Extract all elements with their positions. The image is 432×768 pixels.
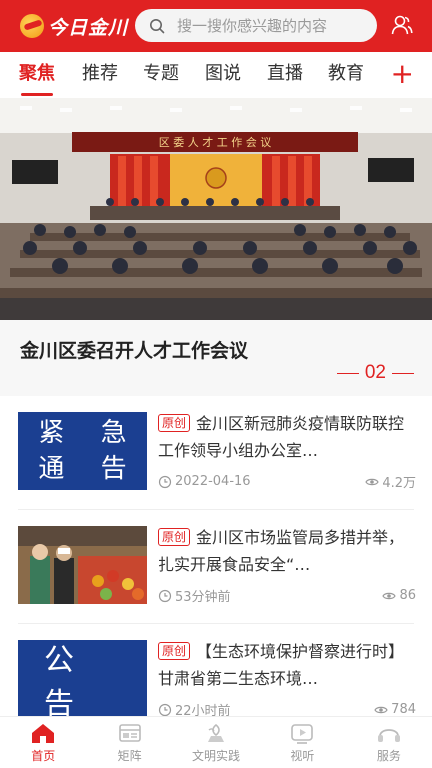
original-badge: 原创 — [158, 528, 191, 546]
original-badge: 原创 — [158, 642, 191, 660]
nav-home[interactable]: 首页 — [0, 717, 86, 768]
tab-focus[interactable]: 聚焦 — [19, 52, 55, 98]
clock-icon — [158, 589, 172, 602]
clock-icon — [158, 475, 172, 488]
nav-label: 首页 — [31, 748, 56, 763]
service-icon — [377, 728, 400, 742]
news-thumbnail: 紧 急 通 告 — [18, 412, 147, 490]
news-item[interactable]: 紧 急 通 告 原创 金川区新冠肺炎疫情联防联控工作领导小组办公室… 2022-0… — [0, 396, 432, 508]
hero-banner[interactable]: 区 委 人 才 工 作 会 议 — [0, 98, 432, 320]
home-icon — [32, 723, 55, 743]
news-views: 86 — [399, 588, 416, 603]
nav-label: 服务 — [376, 748, 401, 763]
pager-number: 02 — [364, 362, 386, 383]
nav-label: 矩阵 — [117, 748, 142, 763]
news-views: 784 — [391, 702, 416, 717]
original-badge: 原创 — [158, 414, 191, 432]
news-text: 原创 金川区市场监管局多措并举，扎实开展食品安全“… — [158, 524, 416, 578]
news-time: 2022-04-16 — [175, 474, 251, 489]
news-text: 原创 【生态环境保护督察进行时】甘肃省第二生态环境… — [158, 638, 416, 692]
thumbnail-text: 通 告 — [38, 454, 141, 484]
nav-video[interactable]: 视听 — [259, 717, 345, 768]
tab-live[interactable]: 直播 — [267, 52, 303, 98]
matrix-icon — [118, 723, 141, 742]
news-title-text: 【生态环境保护督察进行时】甘肃省第二生态环境… — [158, 642, 405, 688]
news-time: 53分钟前 — [175, 590, 231, 605]
news-meta: 2022-04-16 4.2万 — [158, 472, 416, 491]
tab-recommend[interactable]: 推荐 — [82, 52, 118, 98]
search-bar[interactable] — [135, 9, 377, 42]
news-title[interactable]: 原创 【生态环境保护督察进行时】甘肃省第二生态环境… — [158, 638, 416, 692]
carousel-pager: 02 — [336, 362, 414, 384]
tab-education[interactable]: 教育 — [328, 52, 364, 98]
category-tabs: 聚焦 推荐 专题 图说 直播 教育 + — [0, 52, 432, 98]
news-title-text: 金川区市场监管局多措并举，扎实开展食品安全“… — [158, 528, 405, 574]
nav-service[interactable]: 服务 — [346, 717, 432, 768]
eye-icon — [374, 706, 388, 713]
tab-pictures[interactable]: 图说 — [205, 52, 241, 98]
user-icon[interactable] — [390, 13, 414, 37]
news-title[interactable]: 原创 金川区新冠肺炎疫情联防联控工作领导小组办公室… — [158, 410, 416, 464]
thumbnail-text: 公 告 — [44, 643, 100, 718]
bottom-navigation: 首页 矩阵 文明实践 视听 服务 — [0, 716, 432, 768]
hero-image: 区 委 人 才 工 作 会 议 — [0, 98, 432, 320]
nav-label: 文明实践 — [192, 748, 241, 763]
clock-icon — [158, 703, 172, 716]
market-photo — [18, 526, 147, 604]
eye-icon — [365, 478, 380, 485]
app-header: 今日金川 — [0, 0, 432, 52]
news-thumbnail: 公 告 — [18, 640, 147, 718]
pager-line-left — [336, 372, 359, 374]
thumbnail-text: 紧 急 — [38, 418, 141, 448]
news-views: 4.2万 — [382, 476, 416, 491]
hero-banner-text: 区 委 人 才 工 作 会 议 — [159, 135, 271, 149]
app-logo[interactable]: 今日金川 — [20, 13, 128, 40]
news-title-text: 金川区新冠肺炎疫情联防联控工作领导小组办公室… — [158, 414, 405, 460]
news-text: 原创 金川区新冠肺炎疫情联防联控工作领导小组办公室… — [158, 410, 416, 464]
tab-topics[interactable]: 专题 — [143, 52, 179, 98]
nav-matrix[interactable]: 矩阵 — [86, 717, 172, 768]
news-thumbnail — [18, 526, 147, 604]
hero-title[interactable]: 金川区委召开人才工作会议 — [20, 336, 248, 363]
search-input[interactable] — [177, 16, 367, 35]
add-tab-button[interactable]: + — [391, 58, 414, 90]
video-icon — [291, 723, 314, 744]
news-item[interactable]: 原创 金川区市场监管局多措并举，扎实开展食品安全“… 53分钟前 86 — [0, 510, 432, 622]
nav-label: 视听 — [290, 748, 315, 763]
logo-icon — [20, 14, 44, 38]
pager-line-right — [392, 372, 414, 374]
search-icon — [150, 18, 165, 33]
logo-text: 今日金川 — [48, 16, 129, 39]
civilization-icon — [208, 723, 225, 742]
news-title[interactable]: 原创 金川区市场监管局多措并举，扎实开展食品安全“… — [158, 524, 416, 578]
eye-icon — [382, 592, 397, 599]
hero-caption[interactable]: 金川区委召开人才工作会议 02 — [0, 320, 432, 396]
nav-civilization[interactable]: 文明实践 — [173, 717, 259, 768]
news-meta: 53分钟前 86 — [158, 586, 416, 605]
